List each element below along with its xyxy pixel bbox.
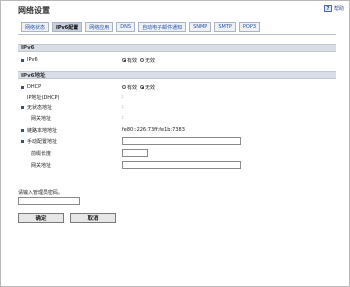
dhcp-disable-label: 无效: [145, 84, 156, 91]
stateless-label: 无状态地址: [27, 104, 53, 111]
ipv6-enable-radio[interactable]: [122, 58, 126, 62]
stateless-gateway-label: 网关地址: [31, 115, 52, 122]
help-icon: ?: [323, 5, 332, 12]
tab-network-apps[interactable]: 网络应用: [85, 22, 114, 32]
page-title: 网络设置: [18, 6, 50, 15]
gateway-label: 网关地址: [31, 162, 52, 169]
tab-bar: 网络状态 IPv6配置 网络应用 DNS 自动电子邮件通知 SNMP SMTP …: [21, 22, 261, 32]
admin-password-input[interactable]: [18, 197, 80, 205]
tab-pop3[interactable]: POP3: [238, 22, 261, 32]
tab-network-status[interactable]: 网络状态: [21, 22, 50, 32]
ipv6-row: IPv6: [21, 56, 38, 64]
prefix-length-input[interactable]: [122, 149, 148, 157]
ipv6-enable-label: 有效: [127, 57, 138, 64]
help-label: 帮助: [333, 6, 344, 12]
link-local-value: fe80::226:73ff:fe1b:7383: [122, 127, 185, 133]
manual-address-row: 手动配置地址: [21, 137, 57, 145]
bullet-icon: [21, 128, 24, 132]
gateway-address-input[interactable]: [122, 161, 241, 169]
ipv6-disable-radio[interactable]: [140, 58, 145, 62]
tab-auto-email[interactable]: 自动电子邮件通知: [138, 22, 187, 32]
prefix-row: 前缀长度: [31, 149, 51, 157]
gateway-row: 网关地址: [31, 161, 51, 169]
password-prompt: 请输入管理员密码。: [18, 190, 64, 196]
stateless-row: 无状态地址: [21, 103, 52, 111]
bullet-icon: [21, 139, 24, 143]
stateless-value: :: [122, 104, 124, 110]
ok-button[interactable]: 确定: [18, 213, 64, 223]
bullet-icon: [21, 105, 24, 109]
manual-address-input[interactable]: [122, 137, 241, 145]
ipv6-radio-group: 有效 无效: [122, 56, 155, 64]
tab-dns[interactable]: DNS: [116, 22, 136, 32]
tab-divider: [18, 34, 336, 35]
stateless-gateway-value: :: [122, 115, 124, 121]
tab-ipv6-config[interactable]: IPv6配置: [52, 22, 83, 32]
ipv6-disable-label: 无效: [145, 57, 156, 64]
dhcp-address-row: IP地址(DHCP): [27, 93, 60, 101]
help-link[interactable]: ? 帮助: [323, 5, 344, 12]
dhcp-address-label: IP地址(DHCP): [27, 94, 60, 101]
ipv6-label: IPv6: [27, 57, 38, 63]
dhcp-row: DHCP: [21, 83, 41, 91]
dhcp-address-value: :: [122, 94, 124, 100]
dhcp-disable-radio[interactable]: [140, 85, 145, 89]
section-ipv6-address-header: IPv6地址: [18, 71, 336, 79]
manual-address-label: 手动配置地址: [27, 138, 58, 145]
tab-smtp[interactable]: SMTP: [214, 22, 236, 32]
dhcp-radio-group: 有效 无效: [122, 83, 155, 91]
link-local-row: 链路本地地址: [21, 126, 57, 134]
dhcp-enable-label: 有效: [127, 84, 138, 91]
link-local-label: 链路本地地址: [27, 127, 58, 134]
bullet-icon: [21, 58, 24, 62]
cancel-button[interactable]: 取消: [70, 213, 116, 223]
dhcp-label: DHCP: [27, 84, 42, 90]
tab-snmp[interactable]: SNMP: [189, 22, 212, 32]
bullet-icon: [21, 85, 24, 89]
settings-window: 网络设置 ? 帮助 网络状态 IPv6配置 网络应用 DNS 自动电子邮件通知 …: [0, 0, 350, 287]
dhcp-enable-radio[interactable]: [122, 85, 126, 89]
stateless-gateway-row: 网关地址: [31, 114, 51, 122]
section-ipv6-header: IPv6: [18, 44, 336, 52]
prefix-label: 前缀长度: [31, 150, 52, 157]
